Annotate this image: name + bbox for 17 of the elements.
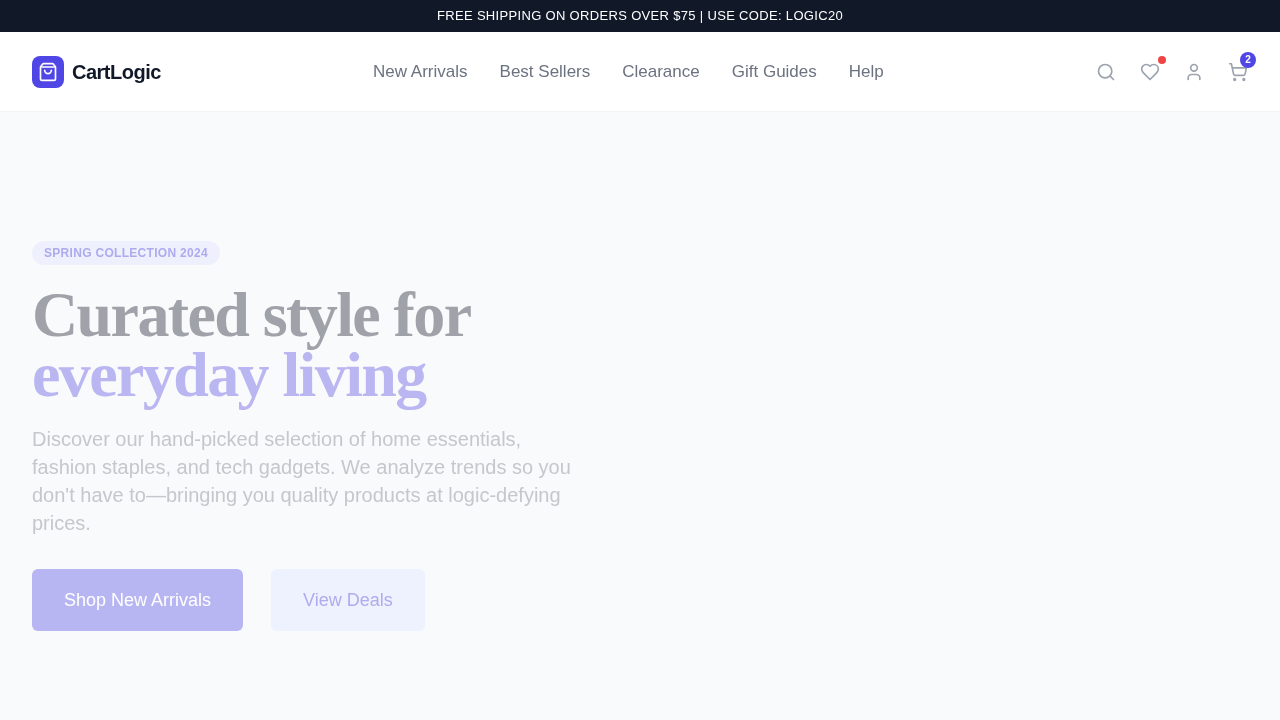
search-icon bbox=[1096, 61, 1116, 82]
cart-count-badge: 2 bbox=[1240, 51, 1256, 68]
nav-link[interactable]: Help bbox=[848, 58, 884, 85]
logo-text[interactable]: CartLogic bbox=[72, 56, 161, 87]
nav-link[interactable]: Best Sellers bbox=[499, 58, 591, 85]
shopping-bag-icon bbox=[32, 55, 64, 88]
nav-link[interactable]: Clearance bbox=[622, 58, 700, 85]
announcement-text: FREE SHIPPING ON ORDERS OVER $75 | USE CODE: LOGIC20 bbox=[436, 7, 843, 26]
user-icon bbox=[1184, 61, 1204, 82]
collection-badge: SPRING COLLECTION 2024 bbox=[32, 241, 220, 265]
nav-link[interactable]: Gift Guides bbox=[731, 58, 817, 85]
nav-link[interactable]: New Arrivals bbox=[373, 58, 468, 85]
cart-icon bbox=[1228, 61, 1248, 82]
heart-icon bbox=[1140, 61, 1160, 82]
hero-heading: Curated style for everyday living bbox=[32, 285, 471, 412]
account-button[interactable] bbox=[1184, 61, 1204, 82]
search-button[interactable] bbox=[1096, 61, 1116, 82]
